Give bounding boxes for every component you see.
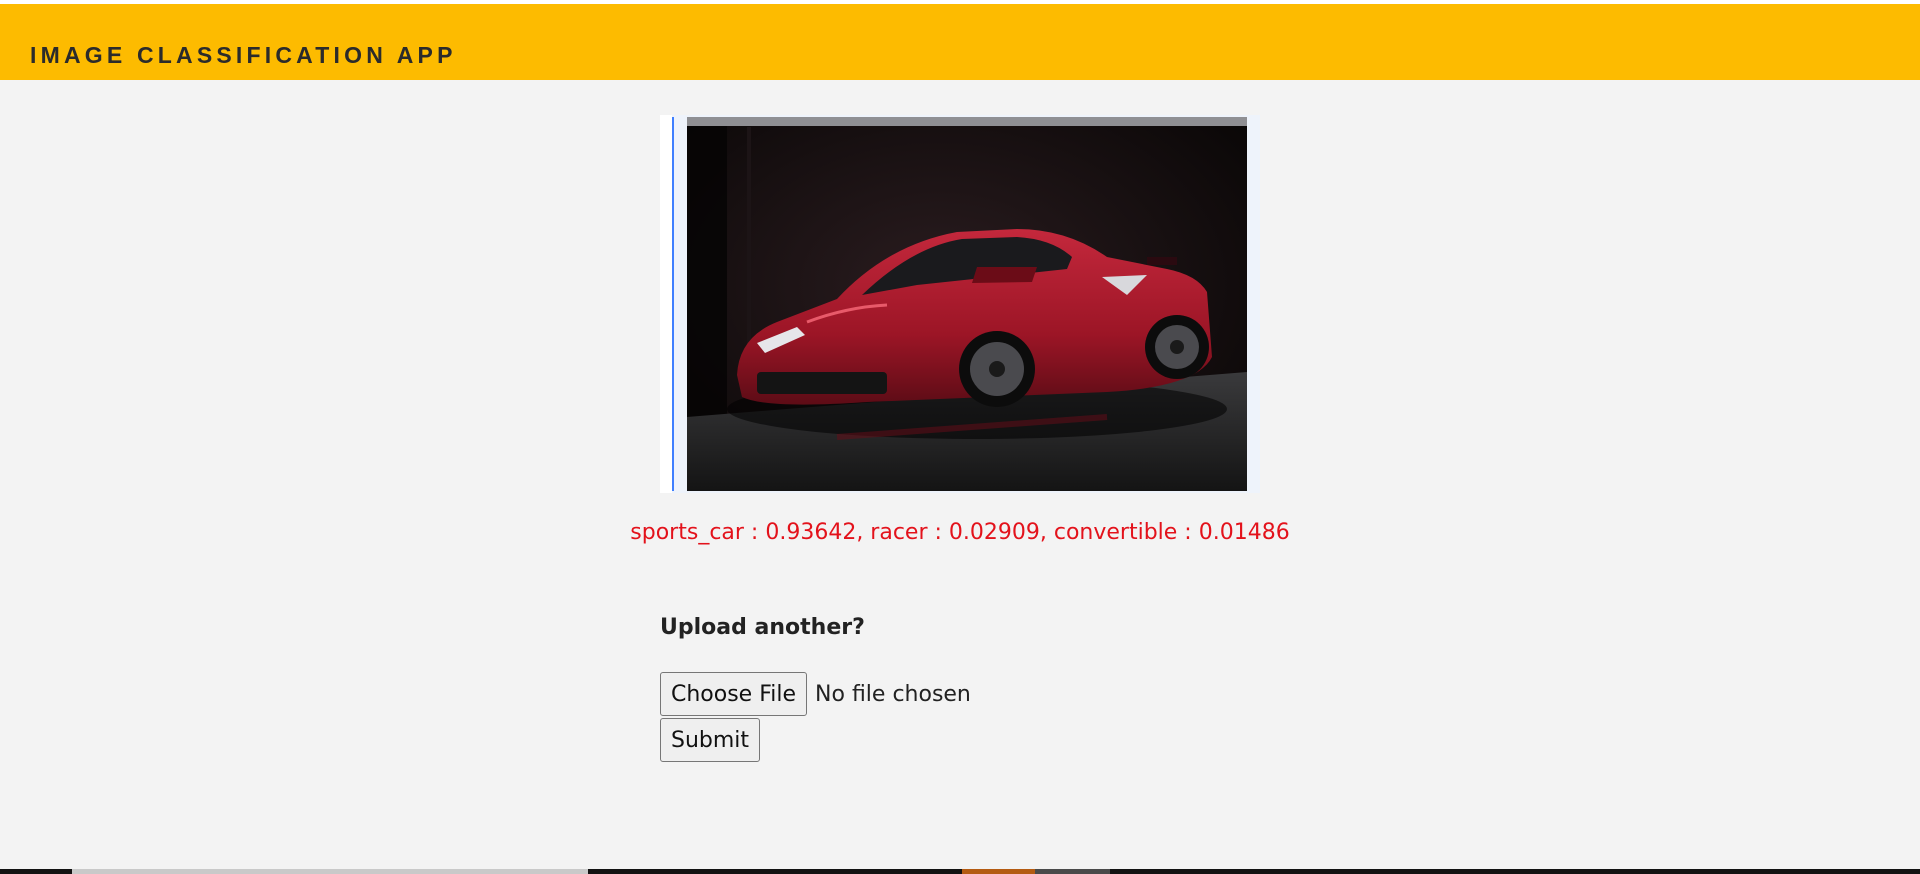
app-title: IMAGE CLASSIFICATION APP [30, 42, 457, 68]
frame-margin [660, 115, 672, 493]
file-status-text: No file chosen [815, 681, 971, 707]
car-photo-icon [687, 117, 1247, 491]
upload-prompt: Upload another? [660, 615, 865, 640]
choose-file-button[interactable]: Choose File [660, 672, 808, 716]
prediction-result: sports_car : 0.93642, racer : 0.02909, c… [630, 520, 1290, 545]
app-header: IMAGE CLASSIFICATION APP [0, 4, 1920, 80]
image-preview-frame [660, 115, 1260, 493]
bottom-taskbar-strip [0, 869, 1920, 874]
selection-caret [672, 117, 674, 491]
submit-button[interactable]: Submit [660, 718, 761, 762]
file-input[interactable]: Choose File No file chosen [660, 672, 971, 716]
uploaded-image [687, 117, 1247, 491]
